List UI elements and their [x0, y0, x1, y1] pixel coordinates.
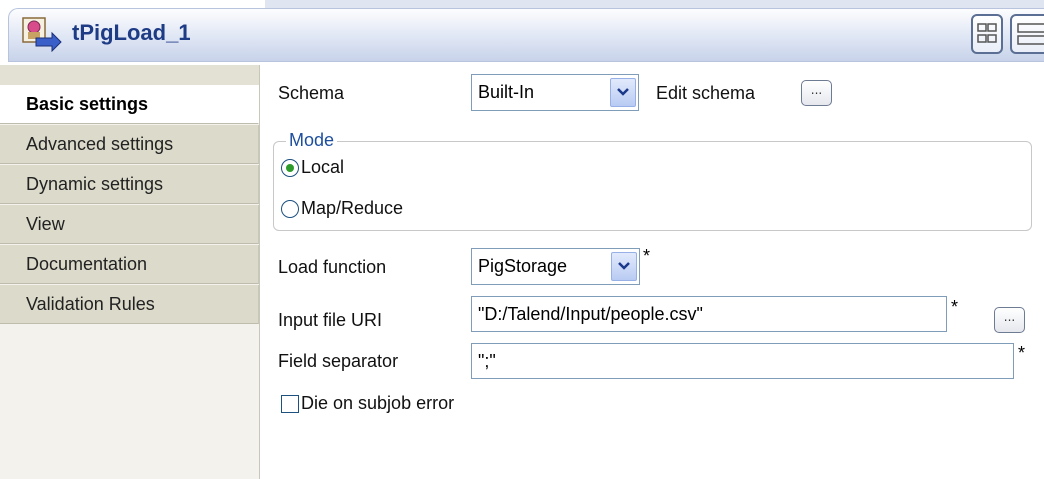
sidebar-item-view[interactable]: View	[0, 205, 259, 244]
field-separator-value: ";"	[478, 351, 496, 371]
die-on-subjob-error-checkbox[interactable]	[281, 395, 299, 413]
component-title: tPigLoad_1	[72, 20, 191, 45]
mode-mapreduce-label[interactable]: Map/Reduce	[301, 198, 403, 219]
load-function-select[interactable]: PigStorage	[471, 248, 640, 285]
sidebar-top-strip	[0, 65, 259, 86]
chevron-down-icon[interactable]	[611, 252, 637, 281]
schema-select-value: Built-In	[478, 82, 535, 102]
mode-mapreduce-radio[interactable]	[281, 200, 299, 218]
schema-label: Schema	[278, 83, 345, 103]
browse-file-button[interactable]: ...	[994, 307, 1025, 333]
component-header: tPigLoad_1	[0, 0, 1044, 65]
load-function-required-marker: *	[643, 246, 651, 266]
mode-group-legend: Mode	[286, 130, 338, 151]
sidebar-item-validation-rules[interactable]: Validation Rules	[0, 285, 259, 324]
field-separator-field[interactable]: ";"	[471, 343, 1014, 379]
list-view-icon	[1017, 23, 1044, 45]
sidebar-item-documentation[interactable]: Documentation	[0, 245, 259, 284]
header-top-strip	[265, 0, 1044, 8]
edit-schema-label: Edit schema	[656, 83, 756, 103]
die-on-subjob-error-label[interactable]: Die on subjob error	[301, 393, 454, 414]
chevron-down-icon[interactable]	[610, 78, 636, 107]
schema-select[interactable]: Built-In	[471, 74, 639, 111]
input-file-uri-label: Input file URI	[278, 310, 383, 330]
input-file-required-marker: *	[951, 297, 959, 317]
mode-local-label[interactable]: Local	[301, 157, 344, 178]
sidebar-item-basic-settings[interactable]: Basic settings	[0, 85, 259, 124]
load-function-value: PigStorage	[478, 256, 568, 276]
grid-view-icon	[977, 23, 997, 43]
list-view-button[interactable]	[1010, 14, 1044, 54]
pig-load-component-icon	[22, 16, 62, 53]
sidebar-item-dynamic-settings[interactable]: Dynamic settings	[0, 165, 259, 204]
grid-view-button[interactable]	[971, 14, 1003, 54]
field-separator-label: Field separator	[278, 351, 399, 371]
settings-sidebar: Basic settings Advanced settings Dynamic…	[0, 65, 260, 479]
edit-schema-button[interactable]: ...	[801, 80, 832, 106]
input-file-uri-field[interactable]: "D:/Talend/Input/people.csv"	[471, 296, 947, 332]
field-separator-required-marker: *	[1018, 343, 1026, 363]
sidebar-item-advanced-settings[interactable]: Advanced settings	[0, 125, 259, 164]
mode-local-radio[interactable]	[281, 159, 299, 177]
input-file-uri-value: "D:/Talend/Input/people.csv"	[478, 304, 703, 324]
load-function-label: Load function	[278, 257, 387, 277]
